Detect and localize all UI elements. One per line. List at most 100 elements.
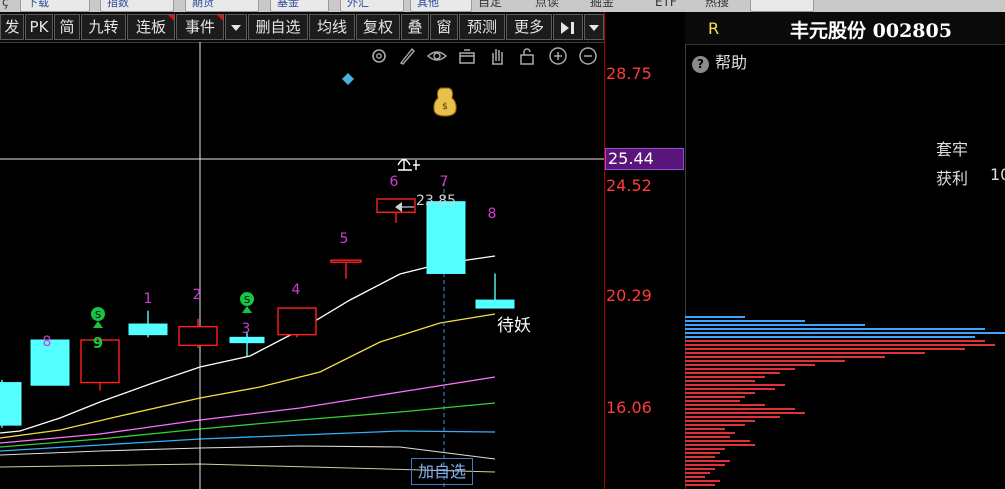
toolbar-button-overlay[interactable]: 叠: [401, 14, 429, 40]
toolbar-button-adjust[interactable]: 复权: [356, 14, 400, 40]
chip-bar-trapped: [685, 348, 965, 350]
candle-body[interactable]: [475, 299, 515, 309]
candle-label: 9: [93, 334, 103, 352]
candle-body[interactable]: [277, 307, 317, 336]
chip-bar-trapped: [685, 396, 745, 398]
candlestick-chart[interactable]: $ S S 23.85 待妖 8 9 1 2 3 4 5 6 7 8: [0, 42, 604, 489]
svg-text:S: S: [95, 310, 101, 321]
chip-bar-trapped: [685, 472, 710, 474]
candle-label: 1: [144, 291, 153, 307]
add-favorite-button[interactable]: 加自选: [411, 458, 473, 485]
chip-bar-trapped: [685, 420, 755, 422]
toolbar-button-shijian[interactable]: 事件: [176, 14, 224, 40]
top-label-2[interactable]: 掘金: [590, 0, 614, 10]
top-tab-5[interactable]: 其他: [410, 0, 472, 12]
profit-value: 10: [990, 165, 1005, 184]
candle-body[interactable]: [0, 382, 22, 426]
help-label: 帮助: [715, 53, 748, 72]
price-annotation: 23.85: [416, 193, 456, 209]
help-link[interactable]: ? 帮助: [692, 49, 747, 73]
candle-body[interactable]: [229, 336, 265, 344]
s-signal-icon[interactable]: S: [240, 292, 254, 313]
chip-bar-profit: [685, 316, 745, 318]
top-menu-strip: ç 下载 指数 期货 基金 外汇 其他 自定 点读 掘金 ETF 热搜: [0, 0, 1005, 12]
svg-text:$: $: [442, 102, 448, 112]
toolbar-dropdown-button[interactable]: [225, 14, 247, 40]
trapped-label: 套牢: [936, 140, 969, 159]
chip-bar-profit: [685, 328, 985, 330]
stock-code: 002805: [872, 20, 952, 42]
top-tab-2[interactable]: 期货: [185, 0, 259, 12]
chip-bar-trapped: [685, 464, 725, 466]
chip-bar-trapped: [685, 368, 795, 370]
price-tick-label: 16.06: [606, 398, 652, 417]
top-label-4[interactable]: 热搜: [705, 0, 729, 10]
chip-bar-trapped: [685, 352, 925, 354]
toolbar-button-pk[interactable]: PK: [25, 14, 53, 40]
toolbar-button-delete-favorite[interactable]: 删自选: [248, 14, 308, 40]
chip-bar-trapped: [685, 400, 740, 402]
chip-bar-trapped: [685, 436, 730, 438]
toolbar-button-fa[interactable]: 发: [0, 14, 24, 40]
price-axis: [604, 12, 686, 489]
toolbar-button-jiuzhuan[interactable]: 九转: [81, 14, 126, 40]
candle-body[interactable]: [426, 201, 466, 274]
candle-body[interactable]: [128, 323, 168, 336]
top-tab-0[interactable]: 下载: [20, 0, 90, 12]
top-label-0[interactable]: 自定: [478, 0, 502, 10]
expand-right-icon: [561, 21, 574, 34]
chip-bar-trapped: [685, 456, 715, 458]
menu-fragment: ç: [2, 0, 9, 9]
chip-bar-trapped: [685, 440, 750, 442]
candle-label: 5: [340, 231, 349, 247]
candle-label: 6: [390, 174, 399, 190]
rating-badge: R: [708, 19, 720, 38]
chevron-down-icon: [589, 24, 599, 31]
top-tab-1[interactable]: 指数: [100, 0, 174, 12]
candle-body[interactable]: [376, 198, 416, 213]
chart-toolbar: 发 PK 简 九转 连板 事件 删自选 均线 复权 叠 窗 预测 更多: [0, 12, 604, 43]
top-tab-3[interactable]: 基金: [270, 0, 329, 12]
money-bag-icon[interactable]: $: [433, 87, 457, 117]
candle-body[interactable]: [330, 259, 362, 263]
chip-bar-trapped: [685, 404, 765, 406]
candle-label: 2: [193, 287, 202, 303]
toolbar-expand-button[interactable]: [553, 14, 583, 40]
s-signal-icon[interactable]: S: [91, 307, 105, 328]
chip-bar-trapped: [685, 392, 755, 394]
toolbar-button-more[interactable]: 更多: [506, 14, 552, 40]
top-label-1[interactable]: 点读: [535, 0, 559, 10]
candle-label: 4: [292, 282, 301, 298]
toolbar-button-forecast[interactable]: 预测: [459, 14, 505, 40]
chip-bar-trapped: [685, 468, 715, 470]
candle-label: 8: [43, 334, 52, 350]
top-tab-4[interactable]: 外汇: [340, 0, 404, 12]
chip-bar-trapped: [685, 428, 725, 430]
candle-body[interactable]: [178, 325, 218, 347]
diamond-marker-icon: [342, 73, 354, 85]
toolbar-button-jian[interactable]: 简: [54, 14, 80, 40]
chip-bar-trapped: [685, 360, 845, 362]
top-tab-blank[interactable]: [750, 0, 814, 12]
help-icon: ?: [692, 56, 709, 73]
ruler-icon: [397, 158, 420, 171]
chip-bar-trapped: [685, 484, 715, 486]
toolbar-dropdown-button-2[interactable]: [584, 14, 604, 40]
chip-bar-trapped: [685, 344, 995, 346]
profit-label: 获利: [936, 169, 969, 188]
toolbar-button-moving-average[interactable]: 均线: [309, 14, 355, 40]
red-flag-marker: [168, 15, 174, 21]
chip-bar-trapped: [685, 480, 720, 482]
chip-bar-trapped: [685, 340, 985, 342]
toolbar-button-lianban[interactable]: 连板: [127, 14, 175, 40]
svg-text:S: S: [244, 295, 250, 306]
red-flag-marker: [217, 15, 223, 21]
chip-bar-trapped: [685, 432, 735, 434]
chip-bar-trapped: [685, 356, 885, 358]
top-label-3[interactable]: ETF: [655, 0, 677, 10]
toolbar-label: 事件: [184, 18, 215, 36]
chip-bar-profit: [685, 320, 805, 322]
chip-bar-trapped: [685, 452, 720, 454]
stock-tag-label: 待妖: [497, 316, 531, 336]
toolbar-button-window[interactable]: 窗: [430, 14, 458, 40]
